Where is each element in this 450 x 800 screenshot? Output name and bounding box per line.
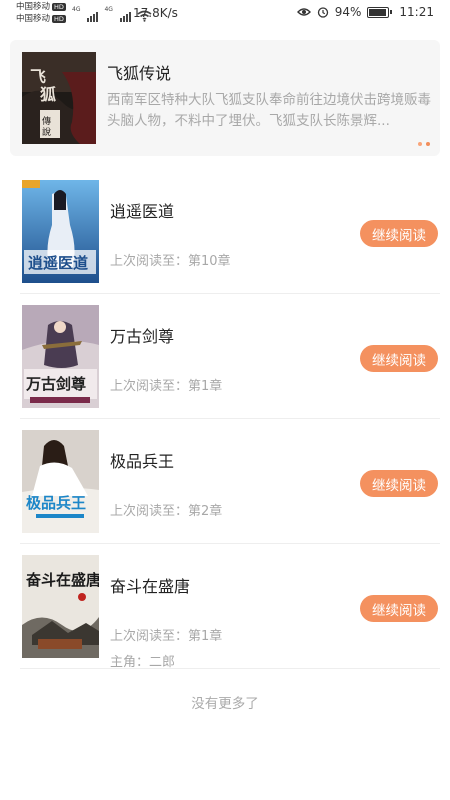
pagination-dot[interactable]	[418, 142, 422, 146]
reading-progress: 上次阅读至：第10章	[110, 254, 231, 269]
book-title: 极品兵王	[110, 452, 175, 471]
carrier-2-label: 中国移动	[16, 14, 51, 24]
continue-reading-button[interactable]: 继续阅读	[360, 345, 438, 372]
svg-text:傳: 傳	[42, 115, 51, 127]
book-item[interactable]: 奋斗在盛唐 奋斗在盛唐 上次阅读至：第1章 主角：二郎 继续阅读	[0, 555, 450, 680]
continue-reading-button[interactable]: 继续阅读	[360, 470, 438, 497]
featured-banner[interactable]: 飞 狐 傳 說 飞狐传说 西南军区特种大队飞狐支队奉命前往边境伏击跨境贩毒头脑人…	[10, 40, 440, 156]
network-type-1: 4G	[72, 6, 81, 13]
hd-badge: HD	[52, 14, 66, 23]
continue-reading-button[interactable]: 继续阅读	[360, 220, 438, 247]
network-type-2: 4G	[104, 6, 113, 13]
battery-icon	[367, 6, 393, 18]
divider	[20, 668, 440, 669]
banner-description: 西南军区特种大队飞狐支队奉命前往边境伏击跨境贩毒头脑人物，不料中了埋伏。飞狐支队…	[107, 92, 431, 129]
cover-title: 极品兵王	[26, 494, 86, 512]
book-title: 奋斗在盛唐	[110, 577, 191, 596]
banner-pagination[interactable]	[418, 142, 430, 146]
book-cover-image: 奋斗在盛唐	[22, 555, 99, 658]
eye-icon	[296, 8, 311, 16]
cover-title: 奋斗在盛唐	[25, 571, 99, 589]
book-title: 万古剑尊	[110, 327, 175, 346]
book-cover-image: 极品兵王	[22, 430, 99, 533]
network-speed: 17.8K/s	[133, 6, 178, 20]
carrier-1: 中国移动 HD	[16, 2, 66, 13]
status-bar: 中国移动 HD 中国移动 HD 4G 4G 17.8K/s 94% 11:21	[0, 0, 450, 28]
divider	[20, 543, 440, 544]
status-right: 94% 11:21	[296, 5, 434, 19]
banner-cover-image: 飞 狐 傳 說	[22, 52, 96, 144]
banner-title: 飞狐传说	[107, 64, 172, 83]
pagination-dot-active[interactable]	[426, 142, 430, 146]
book-item[interactable]: 万古剑尊 万古剑尊 上次阅读至：第1章 继续阅读	[0, 305, 450, 430]
reading-progress: 上次阅读至：第2章	[110, 504, 223, 519]
no-more-label: 没有更多了	[191, 696, 259, 712]
cover-title: 万古剑尊	[25, 375, 86, 393]
book-cover-image: 万古剑尊	[22, 305, 99, 408]
continue-reading-button[interactable]: 继续阅读	[360, 595, 438, 622]
clock-time: 11:21	[399, 5, 434, 19]
cover-title: 逍遥医道	[28, 254, 88, 272]
reading-progress: 上次阅读至：第1章	[110, 629, 223, 644]
book-item[interactable]: 逍遥医道 逍遥医道 上次阅读至：第10章 继续阅读	[0, 180, 450, 305]
svg-text:飞: 飞	[30, 67, 46, 86]
svg-text:狐: 狐	[40, 85, 56, 104]
divider	[20, 418, 440, 419]
book-title: 逍遥医道	[110, 202, 175, 221]
alarm-icon	[317, 7, 328, 18]
carrier-1-label: 中国移动	[16, 2, 51, 12]
hd-badge: HD	[52, 2, 66, 11]
svg-text:說: 說	[42, 126, 51, 138]
battery-percent: 94%	[334, 5, 362, 19]
book-cover-image: 逍遥医道	[22, 180, 99, 283]
reading-progress: 上次阅读至：第1章	[110, 379, 223, 394]
divider	[20, 293, 440, 294]
carrier-2: 中国移动 HD	[16, 14, 66, 25]
book-item[interactable]: 极品兵王 极品兵王 上次阅读至：第2章 继续阅读	[0, 430, 450, 555]
